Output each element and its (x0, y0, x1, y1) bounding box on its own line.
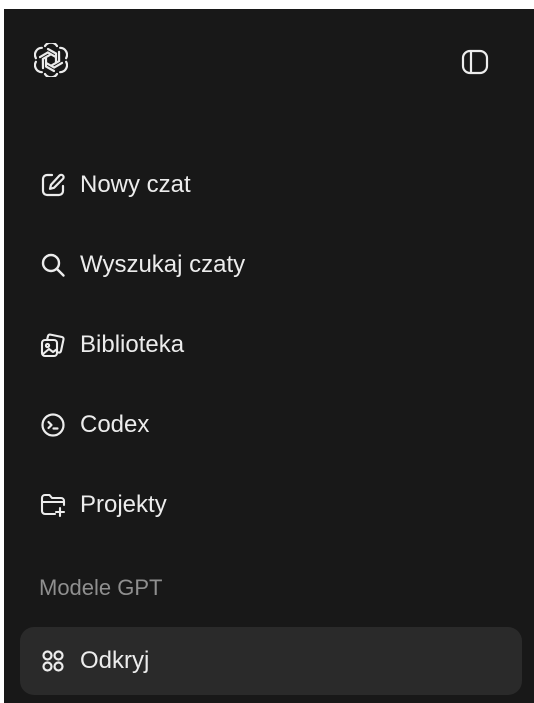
sidebar-item-projects[interactable]: Projekty (20, 465, 520, 545)
sidebar-item-label: Codex (80, 411, 150, 438)
sidebar-item-label: Wyszukaj czaty (80, 251, 246, 278)
openai-logo-icon[interactable] (33, 42, 69, 78)
edit-icon (40, 172, 66, 198)
sidebar-item-label: Biblioteka (80, 331, 185, 358)
search-icon (40, 252, 66, 278)
sidebar-item-codex[interactable]: Codex (20, 385, 520, 465)
gpts-section-title: Modele GPT (39, 575, 163, 600)
library-icon (40, 332, 66, 358)
sidebar-header (4, 9, 534, 117)
sidebar-toggle-button[interactable] (455, 42, 495, 82)
sidebar-item-library[interactable]: Biblioteka (20, 305, 520, 385)
sidebar-item-label: Projekty (80, 491, 167, 518)
sidebar-item-discover[interactable]: Odkryj (20, 627, 522, 695)
sidebar-item-label: Odkryj (80, 647, 150, 674)
sidebar-item-label: Nowy czat (80, 171, 191, 198)
sidebar-item-new-chat[interactable]: Nowy czat (20, 145, 520, 225)
sidebar-nav: Nowy czat Wyszukaj czaty Biblioteka Code… (20, 145, 520, 545)
sidebar-item-search-chats[interactable]: Wyszukaj czaty (20, 225, 520, 305)
sidebar: Nowy czat Wyszukaj czaty Biblioteka Code… (4, 9, 534, 703)
terminal-icon (40, 412, 66, 438)
folder-plus-icon (40, 492, 66, 518)
sidebar-toggle-icon (460, 47, 490, 77)
grid-icon (40, 648, 66, 674)
